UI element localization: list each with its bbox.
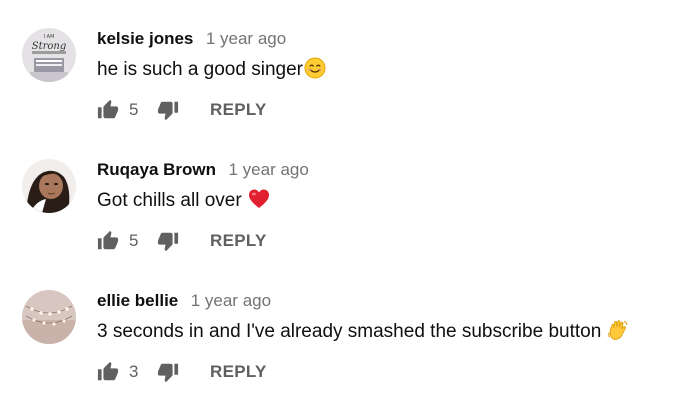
comment-header: kelsie jones 1 year ago xyxy=(97,28,286,50)
avatar[interactable] xyxy=(22,159,76,213)
comment-text: he is such a good singer xyxy=(97,57,326,82)
like-count: 3 xyxy=(129,362,139,381)
reply-button[interactable]: REPLY xyxy=(210,231,267,251)
comment-text: 3 seconds in and I've already smashed th… xyxy=(97,319,629,344)
thumbs-down-icon[interactable] xyxy=(157,230,179,252)
comment-text-body: he is such a good singer xyxy=(97,59,303,80)
smiling-face-emoji xyxy=(304,57,326,79)
avatar-image: I AM Strong xyxy=(22,28,76,82)
comment-actions: 3 REPLY xyxy=(97,359,267,385)
avatar-image xyxy=(22,159,76,213)
comment-author[interactable]: Ruqaya Brown xyxy=(97,160,216,179)
comment-timestamp[interactable]: 1 year ago xyxy=(228,160,308,179)
avatar-image xyxy=(22,290,76,344)
comment-list: I AM Strong kelsie jones 1 year ago he i… xyxy=(0,0,700,402)
comment-text-body: 3 seconds in and I've already smashed th… xyxy=(97,321,602,342)
comment-text-body: Got chills all over xyxy=(97,190,242,211)
comment-header: Ruqaya Brown 1 year ago xyxy=(97,159,309,181)
comment-text: Got chills all over xyxy=(97,188,270,213)
thumbs-down-icon[interactable] xyxy=(157,99,179,121)
comment-header: ellie bellie 1 year ago xyxy=(97,290,271,312)
thumbs-up-icon[interactable] xyxy=(97,230,119,252)
svg-text:Strong: Strong xyxy=(32,41,67,52)
comment-item: Ruqaya Brown 1 year ago Got chills all o… xyxy=(0,159,700,290)
waving-hand-emoji xyxy=(607,319,629,341)
red-heart-emoji xyxy=(248,188,270,210)
avatar[interactable] xyxy=(22,290,76,344)
avatar-lettering: I AM xyxy=(44,34,55,40)
thumbs-down-icon[interactable] xyxy=(157,361,179,383)
comment-timestamp[interactable]: 1 year ago xyxy=(191,291,271,310)
comment-author[interactable]: kelsie jones xyxy=(97,29,193,48)
thumbs-up-icon[interactable] xyxy=(97,361,119,383)
thumbs-up-icon[interactable] xyxy=(97,99,119,121)
like-count: 5 xyxy=(129,231,139,250)
comment-actions: 5 REPLY xyxy=(97,228,267,254)
comment-author[interactable]: ellie bellie xyxy=(97,291,178,310)
like-count: 5 xyxy=(129,100,139,119)
comment-timestamp[interactable]: 1 year ago xyxy=(206,29,286,48)
comment-item: ellie bellie 1 year ago 3 seconds in and… xyxy=(0,290,700,402)
comment-item: I AM Strong kelsie jones 1 year ago he i… xyxy=(0,28,700,159)
avatar[interactable]: I AM Strong xyxy=(22,28,76,82)
reply-button[interactable]: REPLY xyxy=(210,362,267,382)
comment-actions: 5 REPLY xyxy=(97,97,267,123)
reply-button[interactable]: REPLY xyxy=(210,100,267,120)
